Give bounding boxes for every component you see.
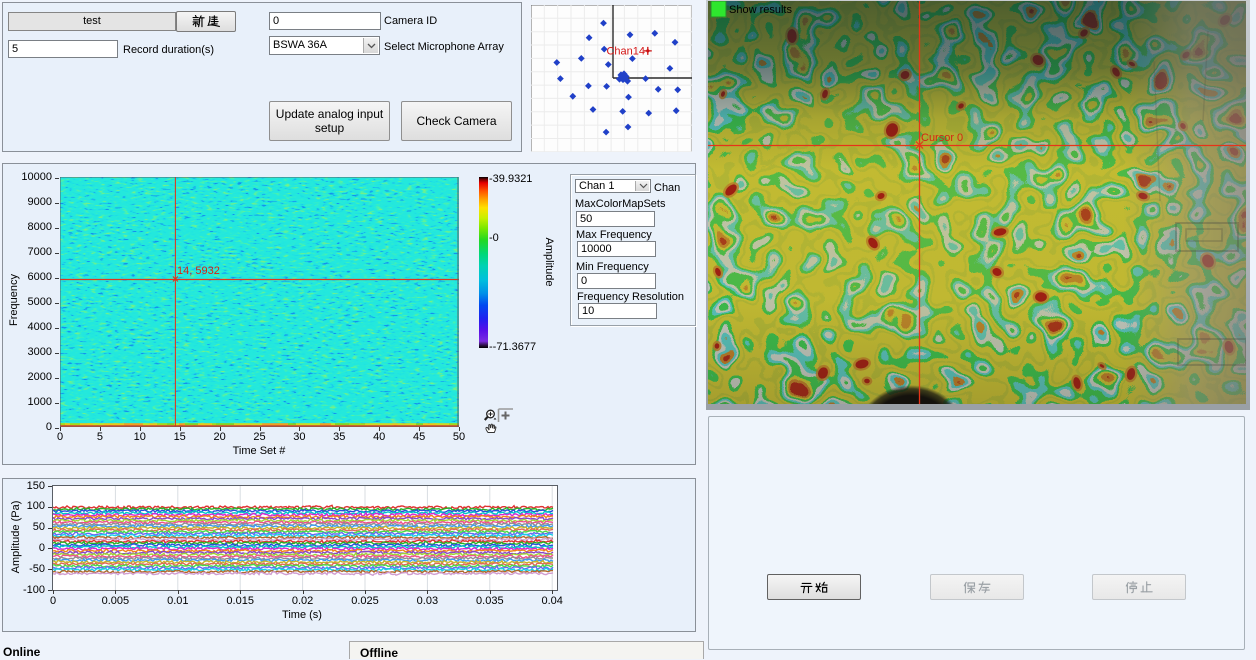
svg-text:Chan14: Chan14	[606, 46, 645, 58]
svg-text:Show results: Show results	[729, 4, 792, 16]
svg-text:14, 5932: 14, 5932	[177, 265, 220, 277]
svg-text:Cursor 0: Cursor 0	[921, 132, 963, 144]
